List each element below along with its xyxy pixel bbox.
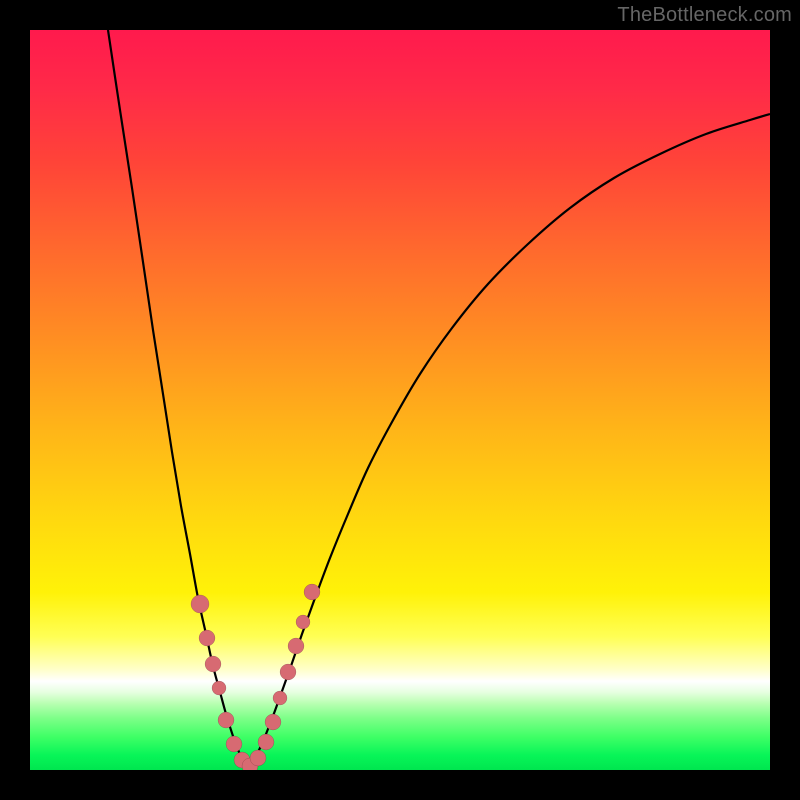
data-dot bbox=[258, 734, 274, 750]
data-dot bbox=[191, 595, 209, 613]
data-dot bbox=[199, 630, 215, 646]
data-dot bbox=[205, 656, 221, 672]
plot-area bbox=[30, 30, 770, 770]
data-dot bbox=[288, 638, 304, 654]
data-dot bbox=[218, 712, 234, 728]
bottleneck-curve bbox=[30, 30, 770, 770]
data-dot bbox=[250, 750, 266, 766]
chart-frame: TheBottleneck.com bbox=[0, 0, 800, 800]
data-dot bbox=[304, 584, 320, 600]
watermark-text: TheBottleneck.com bbox=[617, 4, 792, 27]
data-dot bbox=[273, 691, 287, 705]
data-dot bbox=[226, 736, 242, 752]
data-dot bbox=[280, 664, 296, 680]
data-dot bbox=[212, 681, 226, 695]
data-dot bbox=[296, 615, 310, 629]
data-dot bbox=[265, 714, 281, 730]
